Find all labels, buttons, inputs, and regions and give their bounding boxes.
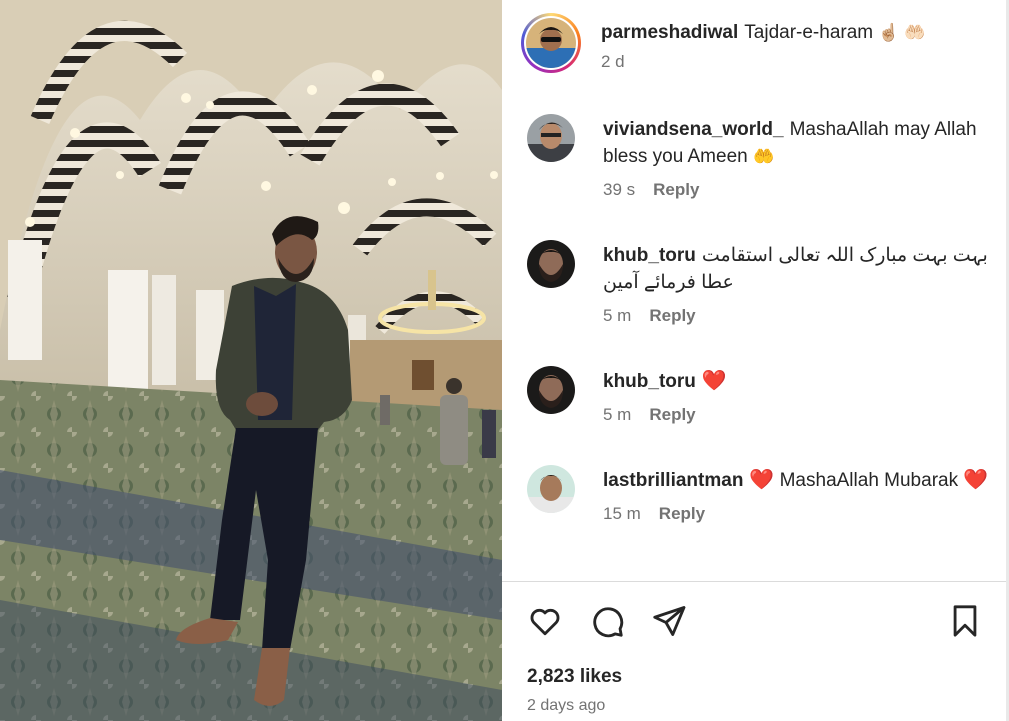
reply-button[interactable]: Reply — [649, 306, 695, 326]
comment-text: MashaAllah Mubarak — [779, 470, 959, 491]
comment-username[interactable]: khub_toru — [603, 245, 696, 266]
heart-emoji: ❤️ — [749, 469, 775, 491]
comment-username[interactable]: khub_toru — [603, 371, 696, 392]
post-media-image[interactable] — [0, 0, 502, 721]
post-caption: parmeshadiwal Tajdar-e-haram ☝🏼 🤲🏻 2 d — [521, 13, 991, 73]
comment-emoji: 🤲 — [752, 147, 775, 166]
reply-button[interactable]: Reply — [653, 180, 699, 200]
comment-time[interactable]: 5 m — [603, 306, 631, 326]
author-avatar[interactable] — [526, 18, 576, 68]
bookmark-icon[interactable] — [950, 604, 980, 643]
paper-plane-icon[interactable] — [651, 603, 687, 644]
post-date[interactable]: 2 days ago — [527, 697, 605, 715]
reply-button[interactable]: Reply — [649, 405, 695, 425]
comment-username[interactable]: lastbrilliantman — [603, 470, 743, 491]
comment-item: khub_toru بہت بہت مبارک اللہ تعالی استقام… — [527, 240, 993, 326]
commenter-avatar[interactable] — [527, 114, 575, 162]
caption-text: Tajdar-e-haram — [744, 22, 874, 43]
heart-emoji: ❤️ — [963, 469, 989, 491]
actions-divider — [502, 581, 1006, 582]
speech-bubble-icon[interactable] — [589, 603, 625, 644]
caption-emoji: ☝🏼 🤲🏻 — [878, 23, 926, 42]
likes-count[interactable]: 2,823 likes — [527, 666, 622, 688]
commenter-avatar[interactable] — [527, 240, 575, 288]
post-age[interactable]: 2 d — [601, 52, 625, 72]
reply-button[interactable]: Reply — [659, 504, 705, 524]
comment-item: khub_toru ❤️ 5 m Reply — [527, 366, 993, 425]
commenter-avatar[interactable] — [527, 366, 575, 414]
author-username[interactable]: parmeshadiwal — [601, 22, 738, 43]
commenter-avatar[interactable] — [527, 465, 575, 513]
comment-username[interactable]: viviandsena_world_ — [603, 119, 784, 140]
story-ring[interactable] — [521, 13, 581, 73]
comment-time[interactable]: 39 s — [603, 180, 635, 200]
heart-emoji: ❤️ — [701, 370, 727, 392]
comment-time[interactable]: 15 m — [603, 504, 641, 524]
comment-item: viviandsena_world_ MashaAllah may Allah b… — [527, 114, 993, 200]
heart-outline-icon[interactable] — [527, 603, 563, 644]
action-bar — [527, 603, 687, 644]
comment-item: lastbrilliantman ❤️ MashaAllah Mubarak ❤️… — [527, 465, 993, 524]
comment-time[interactable]: 5 m — [603, 405, 631, 425]
